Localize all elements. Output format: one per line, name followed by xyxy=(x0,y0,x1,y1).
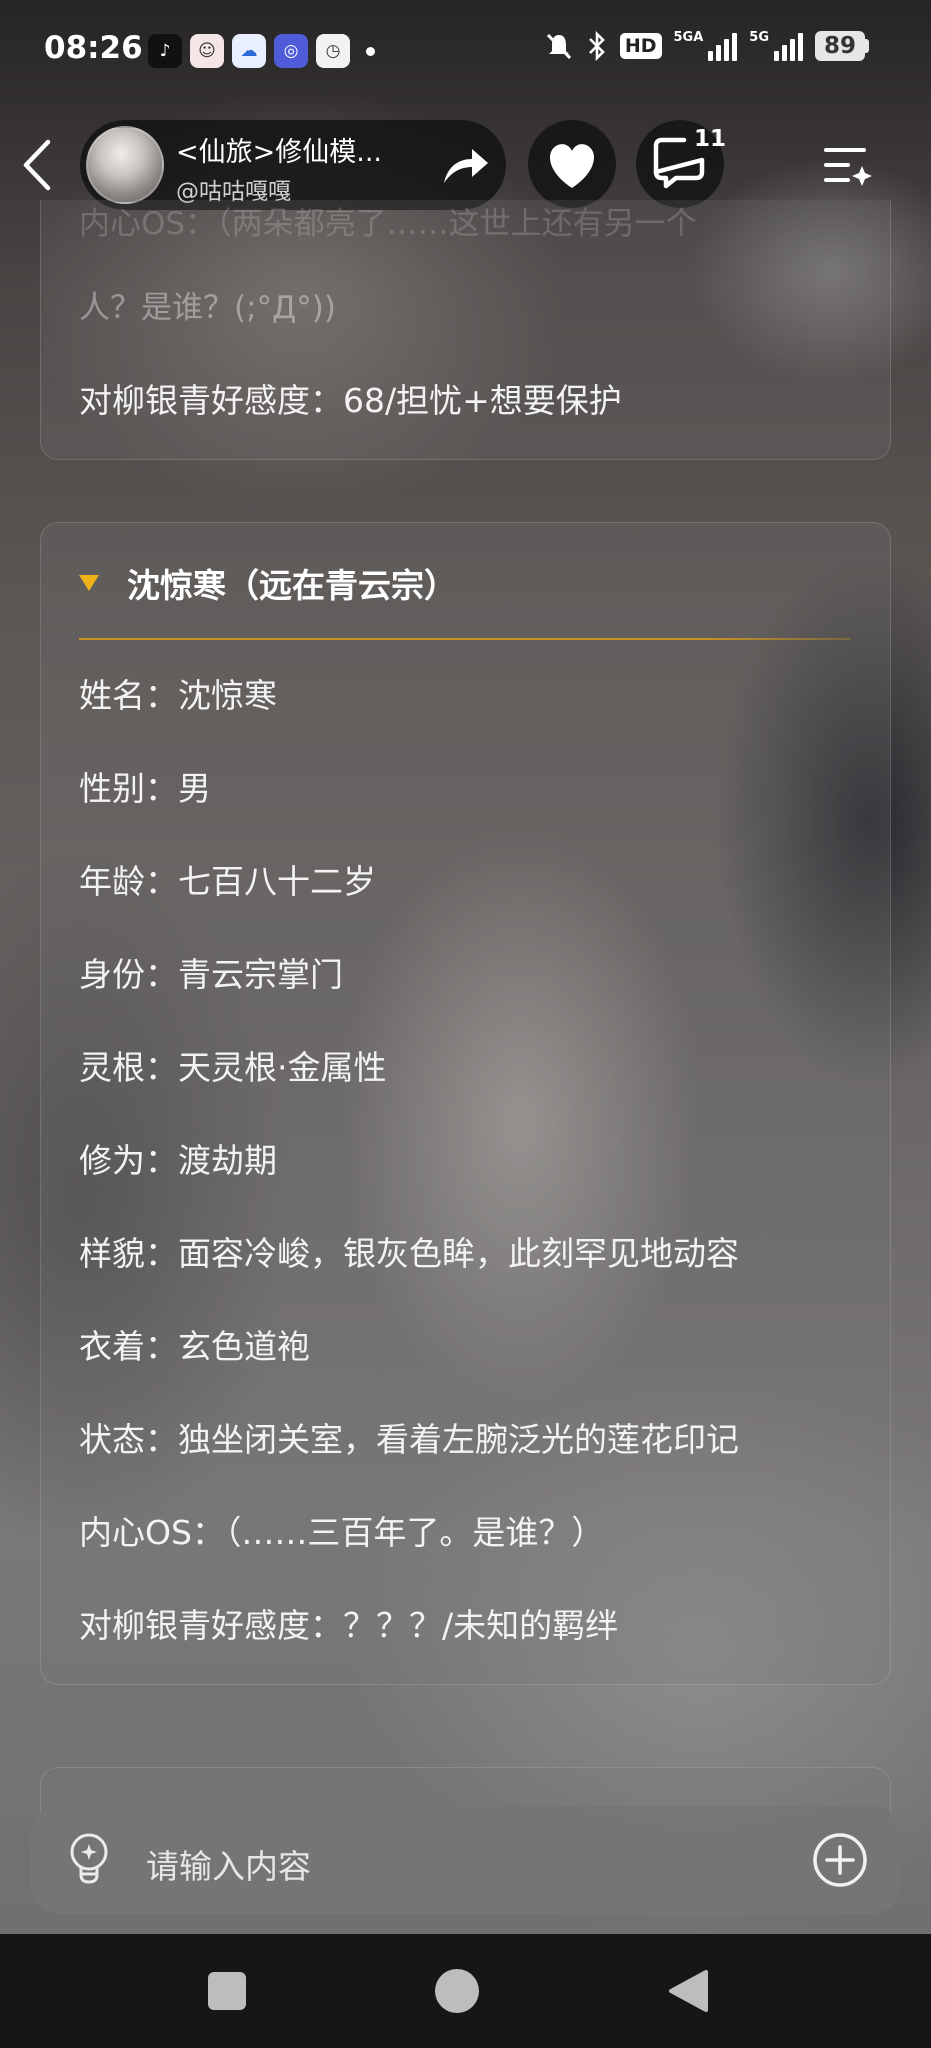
info-row-spirit-root: 灵根：天灵根·金属性 xyxy=(79,1048,387,1087)
system-icons: HD 5GA 5G 89 xyxy=(544,30,869,62)
card-title: 沈惊寒（远在青云宗） xyxy=(127,566,457,605)
notification-icons: ♪ ☺ ☁ ◎ ◷ xyxy=(148,34,375,68)
menu-list-icon[interactable] xyxy=(822,142,874,188)
home-button[interactable] xyxy=(435,1969,479,2013)
share-arrow-icon[interactable] xyxy=(440,143,492,187)
inspiration-bulb-icon[interactable] xyxy=(66,1832,112,1886)
blue-app-icon: ◎ xyxy=(274,34,308,68)
inner-os-line-faded: 内心OS：（两朵都亮了……这世上还有另一个 xyxy=(79,206,697,242)
card-header-toggle[interactable]: 沈惊寒（远在青云宗） xyxy=(79,559,457,607)
story-title: <仙旅>修仙模... xyxy=(176,137,382,168)
like-button[interactable] xyxy=(528,120,616,208)
cloud-app-icon: ☁ xyxy=(232,34,266,68)
info-row-age: 年龄：七百八十二岁 xyxy=(79,862,376,901)
info-row-favor: 对柳银青好感度：？？？/未知的羁绊 xyxy=(79,1606,619,1645)
info-row-identity: 身份：青云宗掌门 xyxy=(79,955,343,994)
signal-2-icon: 5G xyxy=(749,31,803,61)
recent-apps-button[interactable] xyxy=(208,1972,246,2010)
info-row-cultivation: 修为：渡劫期 xyxy=(79,1141,277,1180)
favor-line: 对柳银青好感度：68/担忧+想要保护 xyxy=(79,381,622,420)
battery-icon: 89 xyxy=(815,31,869,61)
message-input-bar[interactable]: 请输入内容 xyxy=(30,1806,901,1914)
info-row-status: 状态：独坐闭关室，看着左腕泛光的莲花印记 xyxy=(79,1420,739,1459)
battery-level: 89 xyxy=(815,31,865,61)
nav-back-triangle-icon[interactable] xyxy=(666,1968,710,2014)
clock-app-icon: ◷ xyxy=(316,34,350,68)
more-notifications-dot xyxy=(366,46,375,56)
comment-count: 11 xyxy=(694,126,727,152)
info-row-gender: 性别：男 xyxy=(79,769,211,808)
message-input[interactable]: 请输入内容 xyxy=(146,1840,311,1888)
info-row-appearance: 样貌：面容冷峻，银灰色眸，此刻罕见地动容 xyxy=(79,1234,739,1273)
back-arrow-icon[interactable] xyxy=(18,132,58,198)
previous-character-card: 内心OS：（两朵都亮了……这世上还有另一个 人？是谁？(;°Д°)) 对柳银青好… xyxy=(40,200,891,460)
info-row-inner-os: 内心OS：（……三百年了。是谁？） xyxy=(79,1513,605,1552)
status-time: 08:26 xyxy=(44,30,143,66)
signal-1-icon: 5GA xyxy=(674,31,738,61)
divider xyxy=(79,638,851,640)
add-plus-icon[interactable] xyxy=(812,1832,868,1888)
system-nav-bar xyxy=(0,1934,931,2048)
inner-os-line-continued: 人？是谁？(;°Д°)) xyxy=(79,290,336,326)
author-avatar[interactable] xyxy=(86,126,164,204)
tiktok-icon: ♪ xyxy=(148,34,182,68)
avatar-app-icon: ☺ xyxy=(190,34,224,68)
character-card: 沈惊寒（远在青云宗） 姓名：沈惊寒 性别：男 年龄：七百八十二岁 身份：青云宗掌… xyxy=(40,522,891,1685)
hd-badge: HD xyxy=(619,33,662,59)
status-bar: 08:26 ♪ ☺ ☁ ◎ ◷ HD 5GA 5G 89 xyxy=(0,0,931,100)
info-row-name: 姓名：沈惊寒 xyxy=(79,676,277,715)
heart-icon xyxy=(550,144,594,188)
collapse-triangle-icon[interactable] xyxy=(79,575,99,591)
mute-bell-icon xyxy=(546,33,571,60)
info-row-attire: 衣着：玄色道袍 xyxy=(79,1327,310,1366)
bluetooth-icon xyxy=(588,30,605,62)
